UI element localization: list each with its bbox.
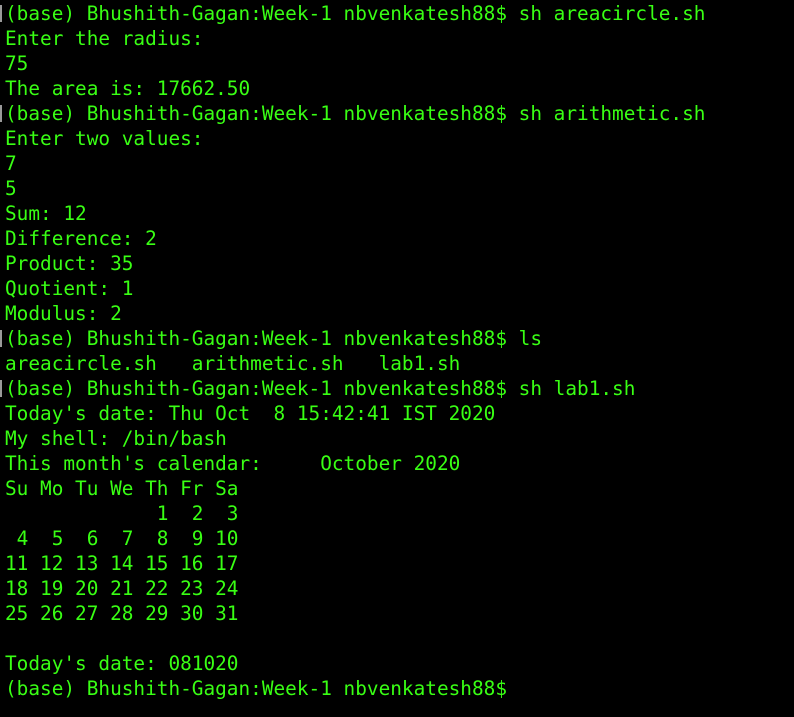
command-prompt-line: (base) Bhushith-Gagan:Week-1 nbvenkatesh… <box>5 377 636 400</box>
prompt-mark-icon <box>0 330 2 347</box>
active-prompt-line[interactable]: (base) Bhushith-Gagan:Week-1 nbvenkatesh… <box>5 676 794 701</box>
output-line: Today's date: Thu Oct 8 15:42:41 IST 202… <box>5 402 496 425</box>
output-line: Enter the radius: <box>5 27 204 50</box>
output-line: Today's date: 081020 <box>5 652 239 675</box>
calendar-week-line: 11 12 13 14 15 16 17 <box>5 552 239 575</box>
output-line: Difference: 2 <box>5 227 157 250</box>
input-line: 7 <box>5 152 17 175</box>
calendar-week-line: 4 5 6 7 8 9 10 <box>5 527 239 550</box>
command-prompt-line: (base) Bhushith-Gagan:Week-1 nbvenkatesh… <box>5 102 706 125</box>
output-line: Modulus: 2 <box>5 302 122 325</box>
input-line: 75 <box>5 52 29 75</box>
terminal-window[interactable]: (base) Bhushith-Gagan:Week-1 nbvenkatesh… <box>0 0 794 717</box>
prompt-mark-icon <box>0 380 2 397</box>
input-line: 5 <box>5 177 17 200</box>
calendar-header-line: This month's calendar: October 2020 <box>5 452 461 475</box>
calendar-week-line: 25 26 27 28 29 30 31 <box>5 602 239 625</box>
prompt-mark-icon <box>0 105 2 122</box>
command-prompt-line: (base) Bhushith-Gagan:Week-1 nbvenkatesh… <box>5 2 706 25</box>
prompt-mark-icon <box>0 5 2 22</box>
command-prompt-line: (base) Bhushith-Gagan:Week-1 nbvenkatesh… <box>5 327 543 350</box>
output-line: Product: 35 <box>5 252 134 275</box>
output-line: The area is: 17662.50 <box>5 77 251 100</box>
calendar-weekdays-line: Su Mo Tu We Th Fr Sa <box>5 477 239 500</box>
calendar-week-line: 1 2 3 <box>5 502 239 525</box>
output-line: Sum: 12 <box>5 202 87 225</box>
calendar-week-line: 18 19 20 21 22 23 24 <box>5 577 239 600</box>
output-line: Quotient: 1 <box>5 277 134 300</box>
output-line: Enter two values: <box>5 127 204 150</box>
file-listing-line: areacircle.sh arithmetic.sh lab1.sh <box>5 352 461 375</box>
output-line: My shell: /bin/bash <box>5 427 227 450</box>
